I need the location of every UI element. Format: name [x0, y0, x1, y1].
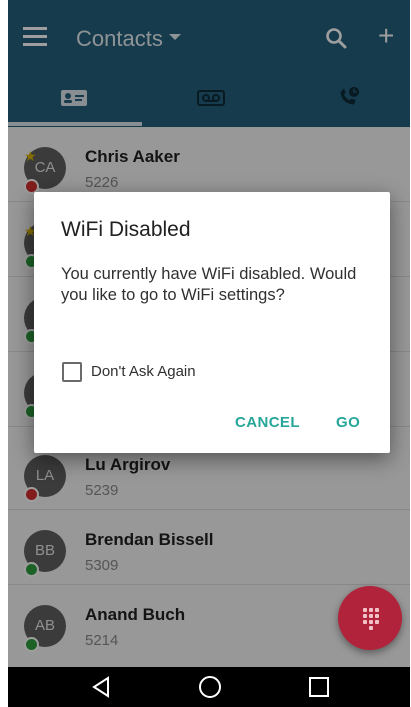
dialpad-button[interactable]	[338, 586, 402, 650]
app-frame: Contacts + CA ★ Chris Aaker 5226 ★ LA Lu…	[8, 0, 410, 707]
dont-ask-again-label[interactable]: Don't Ask Again	[91, 363, 196, 380]
system-nav-bar	[8, 667, 410, 707]
dont-ask-again-checkbox[interactable]	[62, 362, 82, 382]
cancel-button[interactable]: CANCEL	[235, 414, 300, 431]
back-icon[interactable]	[90, 676, 112, 698]
home-icon[interactable]	[198, 675, 222, 699]
recents-icon[interactable]	[308, 676, 330, 698]
wifi-disabled-dialog: WiFi Disabled You currently have WiFi di…	[34, 192, 390, 453]
dialog-title: WiFi Disabled	[61, 218, 191, 241]
dialog-message: You currently have WiFi disabled. Would …	[61, 265, 357, 304]
go-button[interactable]: GO	[336, 414, 360, 431]
